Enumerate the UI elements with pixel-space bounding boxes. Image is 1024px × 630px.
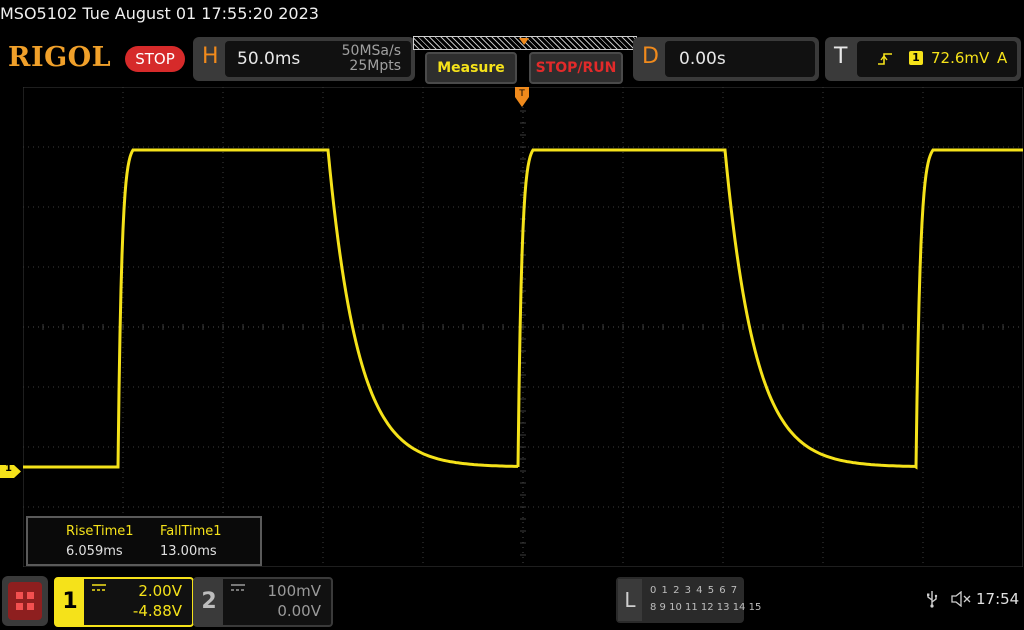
channel2-number: 2 [195, 579, 223, 625]
measurement-panel[interactable]: RiseTime1 6.059ms FallTime1 13.00ms [26, 516, 262, 566]
run-state-badge: STOP [125, 46, 185, 72]
system-clock: 17:54 [976, 590, 1020, 608]
trigger-panel[interactable]: T 1 72.6mV A [825, 37, 1021, 81]
menu-grid-icon [8, 582, 42, 620]
main-menu-button[interactable] [2, 576, 48, 626]
channel2-panel[interactable]: 2 100mV 0.00V [193, 577, 333, 627]
logic-analyzer-letter: L [618, 579, 642, 621]
rising-edge-icon [878, 53, 892, 65]
channel1-level-marker[interactable]: 1 [0, 463, 22, 478]
delay-value: 0.00s [679, 49, 726, 69]
dc-coupling-icon [92, 584, 106, 591]
rigol-logo: RIGOL [8, 42, 112, 73]
model-timestamp: MSO5102 Tue August 01 17:55:20 2023 [0, 4, 319, 23]
channel1-offset: -4.88V [132, 602, 182, 620]
logic-analyzer-panel[interactable]: L 0 1 2 3 4 5 6 7 8 9 10 11 12 13 14 15 [616, 577, 761, 623]
horizontal-display: 50.0ms 50MSa/s 25Mpts [225, 41, 411, 77]
dc-coupling-icon [231, 584, 245, 591]
channel1-marker-label: 1 [5, 463, 12, 474]
trigger-position-marker: T [515, 87, 529, 107]
delay-panel[interactable]: D 0.00s [633, 37, 819, 81]
waveform-display[interactable]: T [23, 87, 1023, 567]
channel1-number: 1 [56, 579, 84, 625]
rise-time-value: 6.059ms [66, 544, 123, 559]
channel2-scale: 100mV [267, 582, 321, 600]
trigger-letter: T [834, 44, 848, 69]
memory-position-marker [519, 38, 529, 45]
delay-display: 0.00s [665, 41, 815, 77]
trigger-display: 1 72.6mV A [857, 41, 1017, 77]
horizontal-letter: H [202, 44, 219, 69]
logic-channels-row2: 8 9 10 11 12 13 14 15 [650, 602, 762, 613]
timebase-value: 50.0ms [237, 49, 301, 69]
fall-time-label: FallTime1 [160, 524, 222, 539]
memory-depth: 25Mpts [349, 58, 401, 74]
sample-rate: 50MSa/s [341, 43, 401, 59]
measure-button[interactable]: Measure [425, 52, 517, 84]
stop-run-button[interactable]: STOP/RUN [529, 52, 623, 84]
sound-muted-icon[interactable] [951, 590, 971, 611]
channel2-offset: 0.00V [277, 602, 321, 620]
horizontal-panel[interactable]: H 50.0ms 50MSa/s 25Mpts [193, 37, 415, 81]
logic-channels-row1: 0 1 2 3 4 5 6 7 [650, 585, 739, 596]
delay-letter: D [642, 44, 659, 69]
fall-time-value: 13.00ms [160, 544, 217, 559]
trigger-source-badge: 1 [909, 51, 923, 65]
trigger-mode: A [997, 49, 1008, 67]
svg-text:T: T [518, 89, 525, 99]
rise-time-label: RiseTime1 [66, 524, 134, 539]
channel1-scale: 2.00V [138, 582, 182, 600]
trigger-level: 72.6mV [931, 49, 990, 67]
usb-icon [926, 590, 938, 612]
channel1-panel[interactable]: 1 2.00V -4.88V [54, 577, 194, 627]
graticule [23, 87, 1023, 567]
